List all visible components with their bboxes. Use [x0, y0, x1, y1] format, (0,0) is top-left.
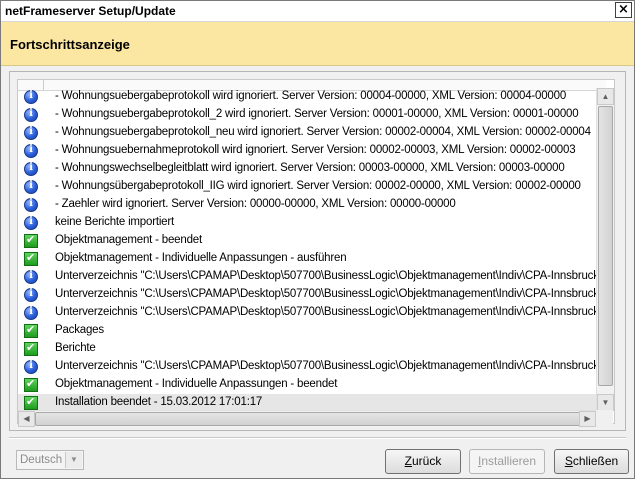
log-row[interactable]: Objektmanagement - Individuelle Anpassun…	[18, 376, 606, 394]
vertical-scrollbar[interactable]: ▲ ▼	[596, 88, 614, 411]
log-row[interactable]: Packages	[18, 322, 606, 340]
log-row-text: - Wohnungsuebergabeprotokoll wird ignori…	[55, 90, 567, 102]
info-icon	[24, 198, 38, 212]
log-row-text: - Wohnungswechselbegleitblatt wird ignor…	[55, 162, 565, 174]
info-icon	[24, 144, 38, 158]
log-row[interactable]: - Wohnungsuebernahmeprotokoll wird ignor…	[18, 142, 606, 160]
log-rows: - Wohnungsuebergabeprotokoll wird ignori…	[18, 88, 608, 412]
checkmark-icon	[24, 233, 38, 248]
log-row-text: Unterverzeichnis "C:\Users\CPAMAP\Deskto…	[55, 306, 608, 318]
log-row[interactable]: Berichte	[18, 340, 606, 358]
close-label-rest: chließen	[572, 454, 619, 468]
log-row[interactable]: Objektmanagement - Individuelle Anpassun…	[18, 250, 606, 268]
log-row-text: Installation beendet - 15.03.2012 17:01:…	[55, 396, 263, 408]
close-icon: ×	[618, 2, 629, 17]
window-title: netFrameserver Setup/Update	[5, 4, 176, 18]
log-row[interactable]: - Wohnungsuebergabeprotokoll_neu wird ig…	[18, 124, 606, 142]
info-icon	[24, 216, 38, 230]
page-title: Fortschrittsanzeige	[10, 37, 130, 52]
arrow-left-icon[interactable]: ◀	[18, 411, 35, 427]
log-row[interactable]: - Wohnungsuebergabeprotokoll_2 wird igno…	[18, 106, 606, 124]
log-row-text: Unterverzeichnis "C:\Users\CPAMAP\Deskto…	[55, 270, 608, 282]
arrow-up-icon[interactable]: ▲	[597, 88, 614, 105]
log-row-text: - Wohnungsuebergabeprotokoll_neu wird ig…	[55, 126, 591, 138]
checkmark-icon	[24, 251, 38, 266]
checkmark-icon	[24, 341, 38, 356]
install-label-rest: nstallieren	[481, 454, 537, 468]
back-mnemonic: Z	[404, 454, 412, 468]
arrow-down-icon[interactable]: ▼	[597, 394, 614, 411]
chevron-down-icon[interactable]: ▼	[65, 452, 82, 468]
info-icon	[24, 360, 38, 374]
log-row[interactable]: Unterverzeichnis "C:\Users\CPAMAP\Deskto…	[18, 286, 608, 304]
horizontal-scrollbar[interactable]: ◀ ▶	[18, 410, 596, 427]
checkmark-icon	[24, 323, 38, 338]
info-icon	[24, 108, 38, 122]
log-row-text: keine Berichte importiert	[55, 216, 174, 228]
log-row[interactable]: - Wohnungsuebergabeprotokoll wird ignori…	[18, 88, 606, 106]
log-row-text: Unterverzeichnis "C:\Users\CPAMAP\Deskto…	[55, 360, 608, 372]
log-row-text: - Wohnungsuebernahmeprotokoll wird ignor…	[55, 144, 576, 156]
setup-window: netFrameserver Setup/Update × Fortschrit…	[0, 0, 635, 479]
log-row-text: Objektmanagement - Individuelle Anpassun…	[55, 252, 347, 264]
log-row-text: Packages	[55, 324, 104, 336]
info-icon	[24, 126, 38, 140]
log-row[interactable]: Unterverzeichnis "C:\Users\CPAMAP\Deskto…	[18, 304, 608, 322]
log-row-text: Berichte	[55, 342, 96, 354]
info-icon	[24, 180, 38, 194]
back-button[interactable]: Zurück	[385, 449, 461, 474]
progress-log-list[interactable]: - Wohnungsuebergabeprotokoll wird ignori…	[17, 79, 615, 424]
info-icon	[24, 270, 38, 284]
checkmark-icon	[24, 395, 38, 410]
language-select[interactable]: Deutsch ▼	[16, 450, 84, 470]
close-button[interactable]: Schließen	[554, 449, 629, 474]
back-label-rest: urück	[412, 454, 442, 468]
info-icon	[24, 288, 38, 302]
language-value: Deutsch	[20, 454, 63, 466]
install-button[interactable]: Installieren	[469, 449, 545, 474]
log-row-text: - Wohnungsuebergabeprotokoll_2 wird igno…	[55, 108, 579, 120]
arrow-right-icon[interactable]: ▶	[579, 411, 596, 427]
log-row-text: Objektmanagement - Individuelle Anpassun…	[55, 378, 338, 390]
info-icon	[24, 90, 38, 104]
log-row-text: - Zaehler wird ignoriert. Server Version…	[55, 198, 456, 210]
scrollbar-corner	[596, 410, 613, 426]
log-row[interactable]: Unterverzeichnis "C:\Users\CPAMAP\Deskto…	[18, 358, 608, 376]
checkmark-icon	[24, 377, 38, 392]
horizontal-scroll-thumb[interactable]	[35, 412, 585, 426]
log-row[interactable]: - Wohnungsübergabeprotokoll_IIG wird ign…	[18, 178, 606, 196]
close-mnemonic: S	[564, 454, 573, 468]
log-row[interactable]: Objektmanagement - beendet	[18, 232, 606, 250]
log-row-text: - Wohnungsübergabeprotokoll_IIG wird ign…	[55, 180, 581, 192]
vertical-scroll-thumb[interactable]	[598, 106, 613, 386]
log-row-text: Objektmanagement - beendet	[55, 234, 202, 246]
footer-divider	[9, 437, 626, 439]
log-row[interactable]: - Zaehler wird ignoriert. Server Version…	[18, 196, 606, 214]
log-row[interactable]: - Wohnungswechselbegleitblatt wird ignor…	[18, 160, 606, 178]
log-row-text: Unterverzeichnis "C:\Users\CPAMAP\Deskto…	[55, 288, 608, 300]
info-icon	[24, 306, 38, 320]
close-window-button[interactable]: ×	[615, 2, 632, 18]
info-icon	[24, 162, 38, 176]
log-row[interactable]: keine Berichte importiert	[18, 214, 606, 232]
log-row[interactable]: Unterverzeichnis "C:\Users\CPAMAP\Deskto…	[18, 268, 608, 286]
header-banner: Fortschrittsanzeige	[1, 22, 634, 66]
title-bar[interactable]: netFrameserver Setup/Update ×	[1, 1, 634, 22]
